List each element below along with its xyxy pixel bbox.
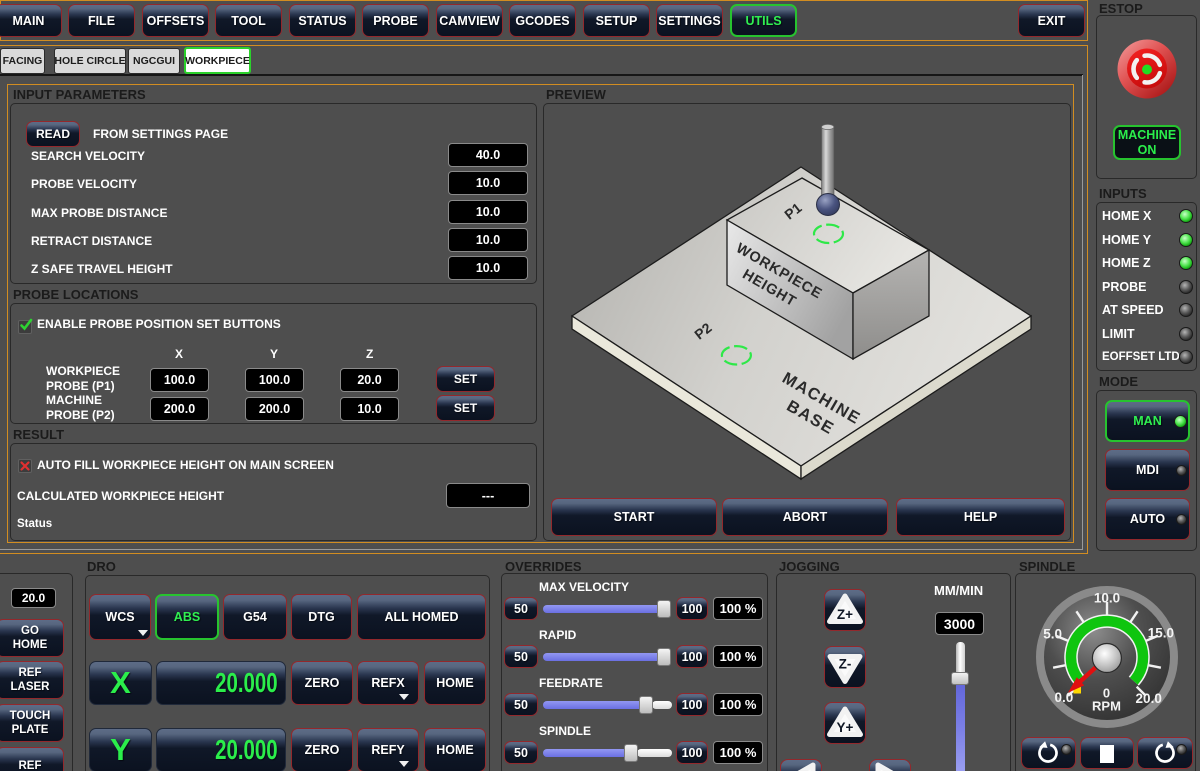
svg-text:Z+: Z+ xyxy=(837,607,853,622)
svg-text:RPM: RPM xyxy=(1092,699,1121,714)
svg-text:Y+: Y+ xyxy=(837,720,854,735)
svg-text:Z-: Z- xyxy=(839,657,852,672)
svg-text:20.0: 20.0 xyxy=(1136,691,1162,706)
svg-text:10.0: 10.0 xyxy=(1094,591,1120,606)
svg-text:5.0: 5.0 xyxy=(1043,627,1062,642)
svg-text:0.0: 0.0 xyxy=(1055,690,1074,705)
svg-text:15.0: 15.0 xyxy=(1148,626,1174,641)
